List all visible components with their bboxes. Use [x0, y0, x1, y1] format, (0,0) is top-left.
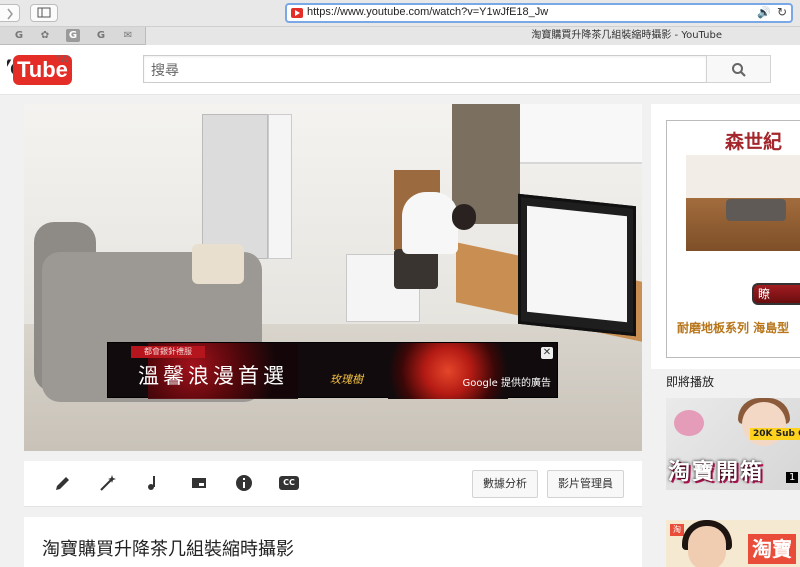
chevron-right-icon	[7, 8, 13, 20]
sidebar-ad[interactable]: 森世紀 瞭 耐磨地板系列 海島型	[651, 104, 800, 369]
next-video-thumbnail-2[interactable]: 淘 淘寶	[666, 520, 800, 567]
video-scene-tv	[518, 193, 636, 337]
sidebar-ad-photo	[686, 155, 800, 251]
sidebar-ad-title: 森世紀	[725, 131, 783, 153]
ad-attribution[interactable]: Google 提供的廣告	[463, 374, 551, 389]
video-scene-person-head	[452, 204, 476, 230]
captions-icon[interactable]: CC	[279, 476, 299, 490]
thumbnail-decoration	[674, 410, 704, 436]
google-box-icon[interactable]: G	[66, 29, 80, 42]
search-icon	[732, 63, 746, 77]
thumbnail-face	[688, 526, 726, 567]
video-scene-fridge-side	[268, 114, 292, 259]
google-icon[interactable]: G	[12, 29, 26, 42]
next-video-thumbnail[interactable]: 20K Sub Give 淘寶開箱 1	[666, 398, 800, 490]
sidebar-ad-button[interactable]: 瞭	[752, 283, 800, 305]
close-icon[interactable]: ✕	[541, 347, 553, 359]
magic-wand-icon[interactable]	[98, 473, 118, 493]
sidebar-ad-footer: 耐磨地板系列 海島型	[677, 321, 790, 335]
video-manager-button[interactable]: 影片管理員	[547, 470, 624, 498]
video-tools-bar: CC 數據分析 影片管理員	[24, 461, 642, 507]
sidebar-ad-banner[interactable]: 森世紀 瞭 耐磨地板系列 海島型	[666, 120, 800, 358]
annotation-icon[interactable]	[189, 473, 209, 493]
video-scene-person-legs	[394, 249, 438, 289]
video-scene-person	[402, 192, 458, 254]
youtube-header: You Tube TW 搜尋	[0, 45, 800, 95]
youtube-favicon-icon	[291, 8, 303, 18]
sidebar-icon	[37, 7, 51, 18]
video-title: 淘寶購買升降茶几組裝縮時攝影	[42, 539, 294, 560]
overlay-ad[interactable]: 都會銀針禮服 溫馨浪漫首選 玫瑰樹 ✕ Google 提供的廣告	[107, 342, 558, 399]
weibo-icon[interactable]: ✿	[38, 29, 52, 42]
video-scene-pillow	[192, 244, 244, 284]
thumbnail-headline: 淘寶	[748, 534, 796, 564]
ad-rose-graphic-right	[388, 343, 508, 399]
ad-tag: 都會銀針禮服	[131, 346, 205, 358]
address-bar[interactable]: https://www.youtube.com/watch?v=Y1wJfE18…	[285, 3, 793, 23]
tab-active[interactable]: 淘寶購買升降茶几組裝縮時攝影 - YouTube	[145, 27, 800, 45]
speaker-icon[interactable]: 🔊	[757, 6, 771, 19]
sidebar-toggle-button[interactable]	[30, 4, 58, 22]
mail-icon[interactable]: ✉	[121, 29, 135, 42]
ad-brand: 玫瑰樹	[330, 373, 363, 386]
forward-button[interactable]	[0, 4, 20, 22]
search-placeholder: 搜尋	[151, 63, 179, 79]
search-button[interactable]	[706, 55, 771, 83]
thumbnail-badge: 20K Sub Give	[750, 428, 800, 440]
music-note-icon[interactable]	[143, 473, 163, 493]
browser-toolbar: https://www.youtube.com/watch?v=Y1wJfE18…	[0, 0, 800, 27]
info-icon[interactable]	[234, 473, 254, 493]
thumbnail-duration: 1	[786, 472, 799, 483]
google-icon[interactable]: G	[94, 29, 108, 42]
favorites-bar: G ✿ G G ✉ 淘寶購買升降茶几組裝縮時攝影 - YouTube	[0, 27, 800, 45]
analytics-button[interactable]: 數據分析	[472, 470, 538, 498]
ad-headline: 溫馨浪漫首選	[138, 364, 288, 388]
address-url[interactable]: https://www.youtube.com/watch?v=Y1wJfE18…	[307, 6, 548, 18]
reload-icon[interactable]: ↻	[777, 5, 787, 19]
search-input[interactable]: 搜尋	[143, 55, 707, 83]
thumbnail-tag: 淘	[670, 524, 684, 536]
up-next-heading: 即將播放	[666, 375, 715, 389]
video-player[interactable]: 都會銀針禮服 溫馨浪漫首選 玫瑰樹 ✕ Google 提供的廣告	[24, 104, 642, 451]
video-scene-fridge	[202, 114, 268, 259]
logo-region: TW	[55, 54, 69, 64]
video-title-panel: 淘寶購買升降茶几組裝縮時攝影	[24, 517, 642, 567]
pencil-icon[interactable]	[53, 473, 73, 493]
thumbnail-headline: 淘寶開箱	[668, 460, 765, 485]
